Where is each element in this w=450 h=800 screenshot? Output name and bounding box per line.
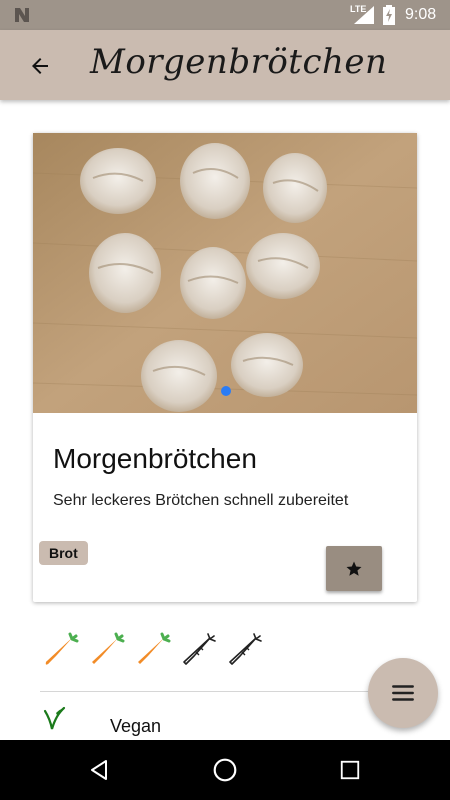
back-triangle-icon — [91, 760, 107, 780]
recipe-title: Morgenbrötchen — [53, 443, 257, 474]
carrot-outline-icon — [229, 633, 262, 665]
favorite-button[interactable] — [326, 546, 382, 591]
page-title: Morgenbrötchen — [90, 42, 388, 82]
nav-home-button[interactable] — [210, 755, 240, 785]
battery-charging-icon — [383, 5, 395, 25]
carrot-outline-icon — [183, 633, 216, 665]
carousel-indicator — [221, 386, 231, 396]
back-button[interactable] — [22, 48, 58, 84]
carrot-icon — [92, 632, 125, 664]
bread-rolls-photo[interactable] — [33, 133, 417, 413]
category-tag[interactable]: Brot — [39, 541, 88, 565]
app-bar: Morgenbrötchen — [0, 30, 450, 100]
recipe-card[interactable]: Morgenbrötchen Sehr leckeres Brötchen sc… — [33, 133, 417, 602]
recipe-description: Sehr leckeres Brötchen schnell zubereite… — [53, 492, 349, 509]
vegan-icon — [43, 706, 66, 730]
nav-recents-button[interactable] — [335, 755, 365, 785]
signal-icon — [354, 6, 374, 24]
status-bar: LTE 9:08 — [0, 0, 450, 30]
menu-icon — [392, 685, 414, 701]
arrow-back-icon — [32, 58, 48, 74]
carrot-icon — [45, 632, 79, 665]
diet-label: Vegan — [110, 716, 162, 736]
diet-row: Vegan — [40, 700, 400, 740]
nav-back-button[interactable] — [84, 755, 114, 785]
carrot-icon — [138, 632, 171, 664]
home-circle-icon — [213, 758, 237, 782]
recents-square-icon — [340, 760, 360, 780]
system-nav-bar — [0, 740, 450, 800]
clock: 9:08 — [405, 6, 437, 23]
menu-fab-button[interactable] — [368, 658, 438, 728]
star-icon — [346, 561, 362, 576]
notification-n-icon — [15, 8, 29, 22]
divider — [40, 691, 380, 692]
